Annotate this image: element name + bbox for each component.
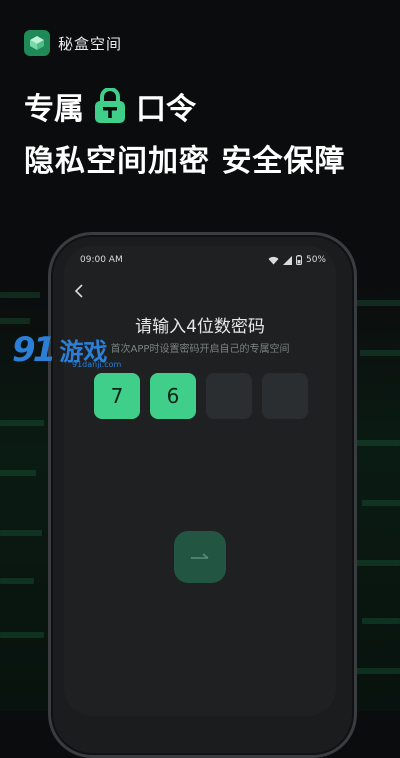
next-button[interactable] [174,531,226,583]
bg-stripe [0,420,44,426]
app-logo-icon [24,30,50,56]
battery-level: 50% [305,255,326,265]
watermark-logo: 91 [12,330,56,370]
bg-stripe [362,500,400,506]
bg-stripe [0,530,42,536]
bg-stripe [356,300,400,306]
brand-header: 秘盒空间 [24,30,122,56]
watermark-url: 91danji.com [72,360,122,369]
status-time: 09:00 AM [80,255,123,265]
chevron-left-icon[interactable] [70,281,90,301]
headline-part-2: 口令 [136,92,196,127]
headline-line-2: 隐私空间加密 安全保障 [24,144,346,179]
bg-stripe [356,440,400,446]
battery-icon [295,255,302,265]
lock-icon [92,88,128,124]
bg-stripe [0,470,36,476]
pin-digit-box[interactable]: 7 [94,373,140,419]
bg-stripe [356,560,400,566]
bg-stripe [362,618,400,624]
headline-part-1: 专属 [24,92,84,127]
bg-stripe [0,632,44,638]
pin-digit-box[interactable]: 6 [150,373,196,419]
pin-digit-box[interactable] [206,373,252,419]
bg-stripe [356,668,400,674]
pin-digit-box[interactable] [262,373,308,419]
app-name: 秘盒空间 [58,34,123,53]
bg-stripe [0,292,40,298]
bg-stripe [0,578,34,584]
pin-input-row[interactable]: 7 6 [94,373,308,419]
wifi-icon [268,256,279,264]
arrow-right-icon [191,553,209,559]
promo-headline: 专属 口令 隐私空间加密 安全保障 [24,86,345,180]
status-bar: 09:00 AM 50% [80,255,326,265]
watermark: 91 游戏 91danji.com [12,330,121,370]
signal-icon [282,255,292,265]
